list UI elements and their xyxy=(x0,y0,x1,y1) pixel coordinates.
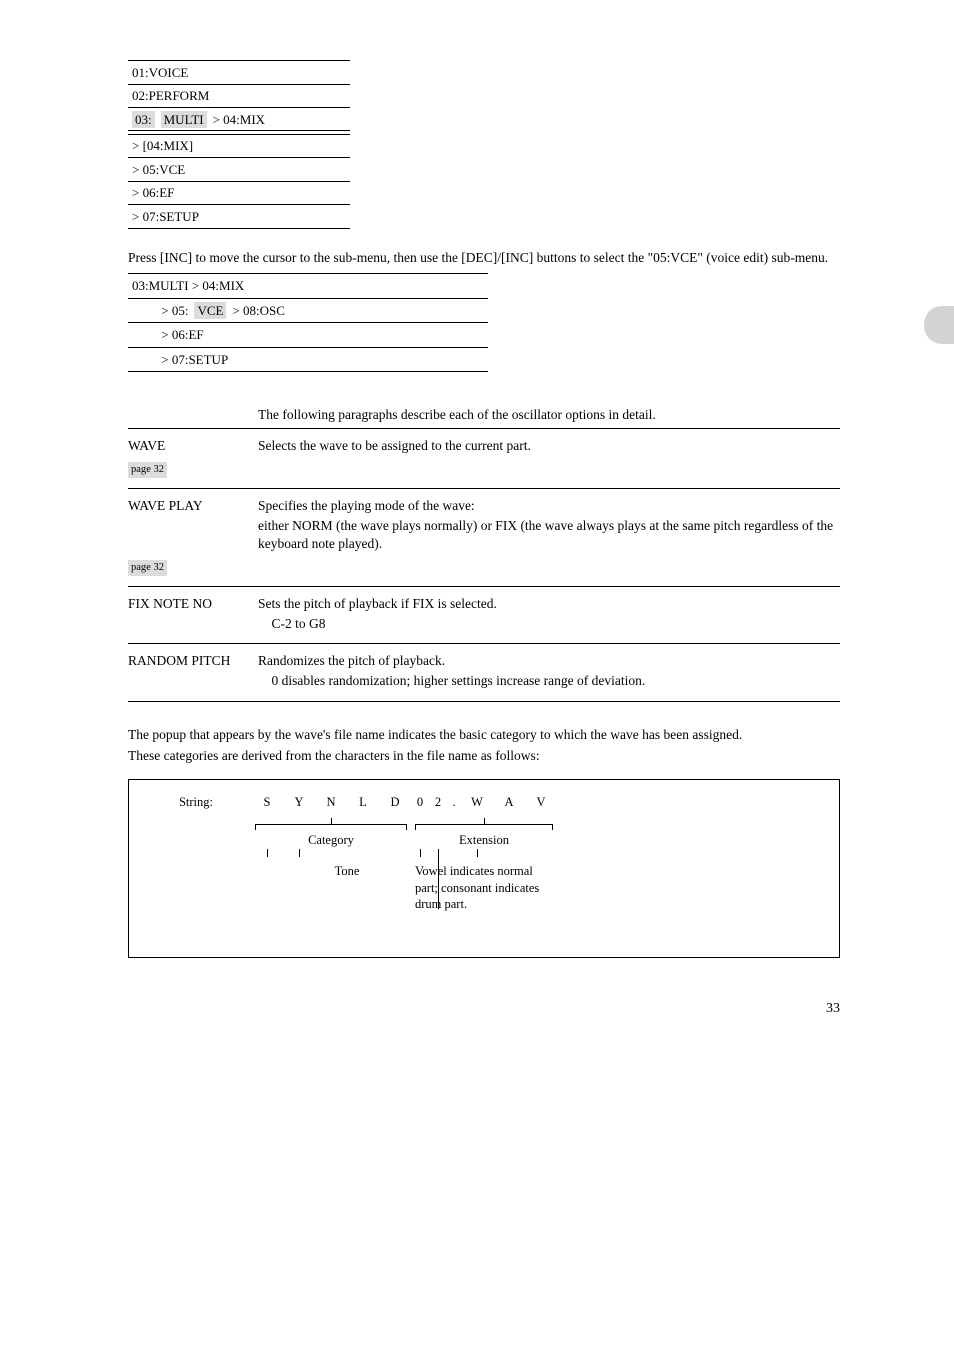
char-7: . xyxy=(447,794,461,814)
options-table: The following paragraphs describe each o… xyxy=(128,406,840,701)
char-10: V xyxy=(525,794,557,814)
instruction-paragraph: Press [INC] to move the cursor to the su… xyxy=(128,249,840,267)
brace-extension xyxy=(411,814,557,832)
opt-desc-fixnote: Sets the pitch of playback if FIX is sel… xyxy=(258,595,840,613)
char-6: 2 xyxy=(429,794,447,814)
submenu-vce-post: > 08:OSC xyxy=(232,302,284,320)
page-content: 01:VOICE 02:PERFORM 03: MULTI > 04:MIX >… xyxy=(0,0,954,1059)
opt-extra-fixnote: C-2 to G8 xyxy=(258,615,840,633)
submenu-vce-pre: > 05: xyxy=(132,302,188,320)
submenu-row-vce: > 05: VCE > 08:OSC xyxy=(128,299,488,324)
submenu-row-ef: > 06:EF xyxy=(128,323,488,348)
opt-row-waveplay: WAVE PLAY Specifies the playing mode of … xyxy=(128,489,840,587)
string-label: String: xyxy=(141,794,251,814)
page-number: 33 xyxy=(128,1000,840,1019)
cat-sub-3 xyxy=(379,863,411,914)
char-3: L xyxy=(347,794,379,814)
group-label-extension: Extension xyxy=(411,832,557,849)
menu-row-mix: > [04:MIX] xyxy=(128,135,350,159)
submenu-box: 03:MULTI > 04:MIX > 05: VCE > 08:OSC > 0… xyxy=(128,273,488,372)
menu-row-multi: 03: MULTI > 04:MIX xyxy=(128,108,350,131)
char-1: Y xyxy=(283,794,315,814)
char-8: W xyxy=(461,794,493,814)
opt-row-fixnote: FIX NOTE NO Sets the pitch of playback i… xyxy=(128,587,840,644)
menu-box: 01:VOICE 02:PERFORM 03: MULTI > 04:MIX >… xyxy=(128,60,350,229)
opt-extra-waveplay: either NORM (the wave plays normally) or… xyxy=(258,517,840,553)
derivation-text: The popup that appears by the wave's fil… xyxy=(128,726,840,765)
char-0: S xyxy=(251,794,283,814)
opt-extra-random: 0 disables randomization; higher setting… xyxy=(258,672,840,690)
cat-sub-tone: Tone xyxy=(315,863,379,914)
menu-row-multi-rest: > 04:MIX xyxy=(213,111,265,129)
deriv-intro-1: The popup that appears by the wave's fil… xyxy=(128,726,840,744)
opt-label-waveplay: WAVE PLAY xyxy=(128,497,258,515)
menu-highlight-multi: MULTI xyxy=(161,111,207,129)
opt-label-random: RANDOM PITCH xyxy=(128,652,258,670)
char-9: A xyxy=(493,794,525,814)
opt-label-fixnote: FIX NOTE NO xyxy=(128,595,258,613)
menu-row-ef: > 06:EF xyxy=(128,182,350,206)
deriv-intro-2: These categories are derived from the ch… xyxy=(128,747,840,765)
opt-desc-waveplay: Specifies the playing mode of the wave: xyxy=(258,497,840,515)
cat-sub-1 xyxy=(251,863,315,914)
page-ref-tag: page 32 xyxy=(128,560,167,576)
submenu-row-mix: 03:MULTI > 04:MIX xyxy=(128,274,488,299)
derivation-box: String: S Y N L D 0 2 . W A V xyxy=(128,779,840,958)
options-header-c1 xyxy=(128,406,258,424)
char-5: 0 xyxy=(411,794,429,814)
options-header-c2: The following paragraphs describe each o… xyxy=(258,406,840,424)
menu-highlight-03: 03: xyxy=(132,111,155,129)
char-2: N xyxy=(315,794,347,814)
menu-row-perform: 02:PERFORM xyxy=(128,85,350,109)
opt-desc-wave: Selects the wave to be assigned to the c… xyxy=(258,437,840,455)
page-ref-tag: page 32 xyxy=(128,462,167,478)
opt-row-wave: WAVE Selects the wave to be assigned to … xyxy=(128,429,840,488)
brace-category xyxy=(251,814,411,832)
opt-desc-random: Randomizes the pitch of playback. xyxy=(258,652,840,670)
vowel-note: Vowel indicates normal part; consonant i… xyxy=(411,863,557,914)
options-header: The following paragraphs describe each o… xyxy=(128,406,840,429)
group-label-category: Category xyxy=(251,832,411,849)
submenu-highlight-vce: VCE xyxy=(194,302,226,320)
submenu-row-setup: > 07:SETUP xyxy=(128,348,488,372)
opt-row-random: RANDOM PITCH Randomizes the pitch of pla… xyxy=(128,644,840,701)
menu-row-voice: 01:VOICE xyxy=(128,61,350,85)
derivation-table: String: S Y N L D 0 2 . W A V xyxy=(141,794,827,941)
menu-row-setup: > 07:SETUP xyxy=(128,205,350,229)
menu-row-vce: > 05:VCE xyxy=(128,158,350,182)
char-4: D xyxy=(379,794,411,814)
opt-label-wave: WAVE xyxy=(128,437,258,455)
